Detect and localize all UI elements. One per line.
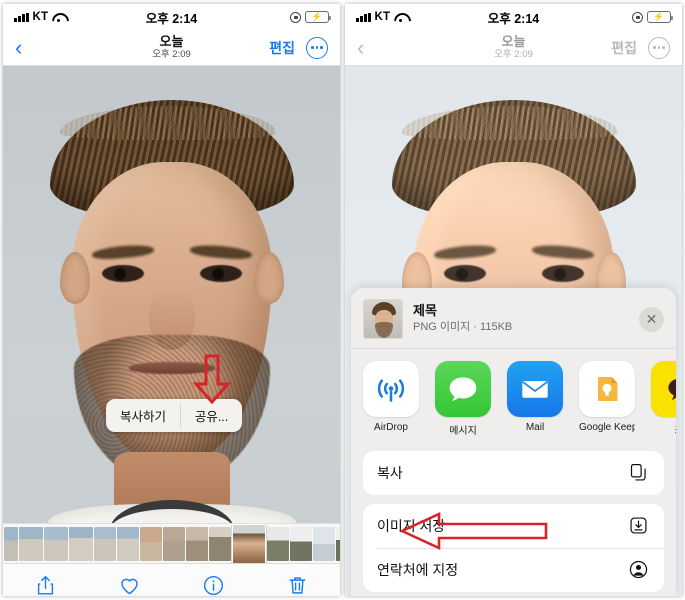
share-app-mail[interactable]: Mail [507, 360, 563, 437]
filmstrip-thumb[interactable] [162, 526, 185, 561]
share-action-label: 연락처에 지정 [377, 561, 459, 578]
ellipsis-circle-icon[interactable] [306, 36, 328, 59]
shared-item-thumbnail [363, 299, 403, 339]
status-bar-left: KT [14, 11, 65, 23]
contact-person-icon [626, 558, 650, 582]
context-menu-copy[interactable]: 복사하기 [106, 399, 180, 432]
filmstrip-thumb[interactable] [289, 526, 312, 561]
filmstrip-thumb[interactable] [18, 526, 43, 561]
shared-item-meta: 제목 PNG 이미지 · 115KB [413, 303, 512, 335]
filmstrip-thumb[interactable] [312, 526, 335, 561]
share-app-label: 메시지 [449, 425, 477, 437]
filmstrip-thumb[interactable] [3, 526, 18, 561]
filmstrip-thumb[interactable] [116, 526, 139, 561]
filmstrip-thumb[interactable] [68, 526, 93, 561]
filmstrip-thumb[interactable] [266, 526, 289, 561]
share-app-label: Mail [525, 421, 545, 433]
cellular-signal-icon [14, 12, 29, 22]
left-phone-screenshot: KT 오후 2:14 ⚡ ‹ 오늘 오후 2:09 편집 복사하기 공유... [3, 4, 340, 596]
edit-button[interactable]: 편집 [611, 38, 637, 58]
share-up-icon[interactable] [32, 573, 58, 597]
bottom-toolbar [3, 563, 340, 596]
share-action-label: 복사 [377, 464, 403, 481]
status-bar: KT 오후 2:14 ⚡ [345, 4, 682, 30]
cellular-signal-icon [356, 12, 371, 22]
carrier-label: KT [374, 11, 391, 23]
navigation-bar: ‹ 오늘 오후 2:09 편집 [3, 30, 340, 66]
status-bar-right: ⚡ [290, 11, 332, 23]
photo-image [3, 66, 340, 523]
share-app-kakaotalk[interactable]: 카 [651, 360, 676, 437]
filmstrip-thumb[interactable] [185, 526, 208, 561]
filmstrip-thumb[interactable] [93, 526, 116, 561]
copy-icon [626, 461, 650, 485]
filmstrip-thumb[interactable] [335, 526, 340, 561]
heart-icon[interactable] [116, 573, 142, 597]
right-phone-screenshot: KT 오후 2:14 ⚡ ‹ 오늘 오후 2:09 편집 제목 PNG 이미지 … [345, 4, 682, 596]
photo-filmstrip[interactable] [3, 523, 340, 563]
annotation-arrow-down [192, 354, 232, 404]
status-bar: KT 오후 2:14 ⚡ [3, 4, 340, 30]
rotation-lock-icon [632, 11, 643, 23]
shared-item-subtitle: PNG 이미지 · 115KB [413, 321, 513, 334]
nav-actions: 편집 [269, 36, 328, 59]
google-keep-icon [579, 360, 635, 417]
trash-icon[interactable] [285, 573, 311, 597]
navigation-bar: ‹ 오늘 오후 2:09 편집 [345, 30, 682, 66]
share-apps-row[interactable]: AirDrop 메시지 Mail Google Keep [351, 349, 676, 447]
wifi-icon [52, 12, 65, 22]
annotation-arrow-left [399, 511, 548, 551]
battery-charging-icon: ⚡ [647, 11, 674, 23]
ellipsis-circle-icon[interactable] [648, 36, 670, 59]
share-action-group-1: 복사 [363, 450, 664, 495]
screenshot-stage: KT 오후 2:14 ⚡ ‹ 오늘 오후 2:09 편집 복사하기 공유... … [0, 0, 685, 600]
carrier-label: KT [32, 11, 49, 23]
filmstrip-thumb[interactable] [208, 526, 231, 561]
filmstrip-thumb[interactable] [43, 526, 68, 561]
status-bar-left: KT [356, 11, 407, 23]
kakaotalk-icon [651, 360, 676, 417]
share-app-google-keep[interactable]: Google Keep [579, 360, 635, 437]
airdrop-icon [363, 360, 419, 417]
share-action-copy[interactable]: 복사 [363, 451, 664, 495]
shared-item-title: 제목 [413, 303, 437, 318]
share-action-assign-contact[interactable]: 연락처에 지정 [363, 547, 664, 592]
nav-actions: 편집 [611, 36, 670, 59]
share-sheet: 제목 PNG 이미지 · 115KB ✕ AirDrop 메시지 Mail Go… [351, 288, 676, 596]
messages-icon [435, 360, 491, 417]
info-circle-icon[interactable] [201, 573, 227, 597]
save-download-icon [626, 514, 650, 538]
filmstrip-thumb-selected[interactable] [231, 524, 266, 563]
rotation-lock-icon [290, 11, 301, 23]
photo-viewer[interactable]: 복사하기 공유... [3, 66, 340, 523]
share-app-airdrop[interactable]: AirDrop [363, 360, 419, 437]
share-app-label: 카 [651, 422, 676, 437]
close-x-icon[interactable]: ✕ [639, 306, 664, 332]
status-bar-right: ⚡ [632, 11, 674, 23]
filmstrip-thumb[interactable] [139, 526, 162, 561]
share-app-label: AirDrop [374, 421, 408, 433]
share-app-label: Google Keep [579, 421, 635, 433]
edit-button[interactable]: 편집 [269, 38, 295, 58]
share-sheet-header: 제목 PNG 이미지 · 115KB ✕ [351, 288, 676, 348]
back-button[interactable]: ‹ [15, 36, 22, 59]
share-app-messages[interactable]: 메시지 [435, 360, 491, 437]
battery-charging-icon: ⚡ [305, 11, 332, 23]
back-button[interactable]: ‹ [357, 36, 364, 59]
mail-icon [507, 360, 563, 417]
wifi-icon [394, 12, 407, 22]
